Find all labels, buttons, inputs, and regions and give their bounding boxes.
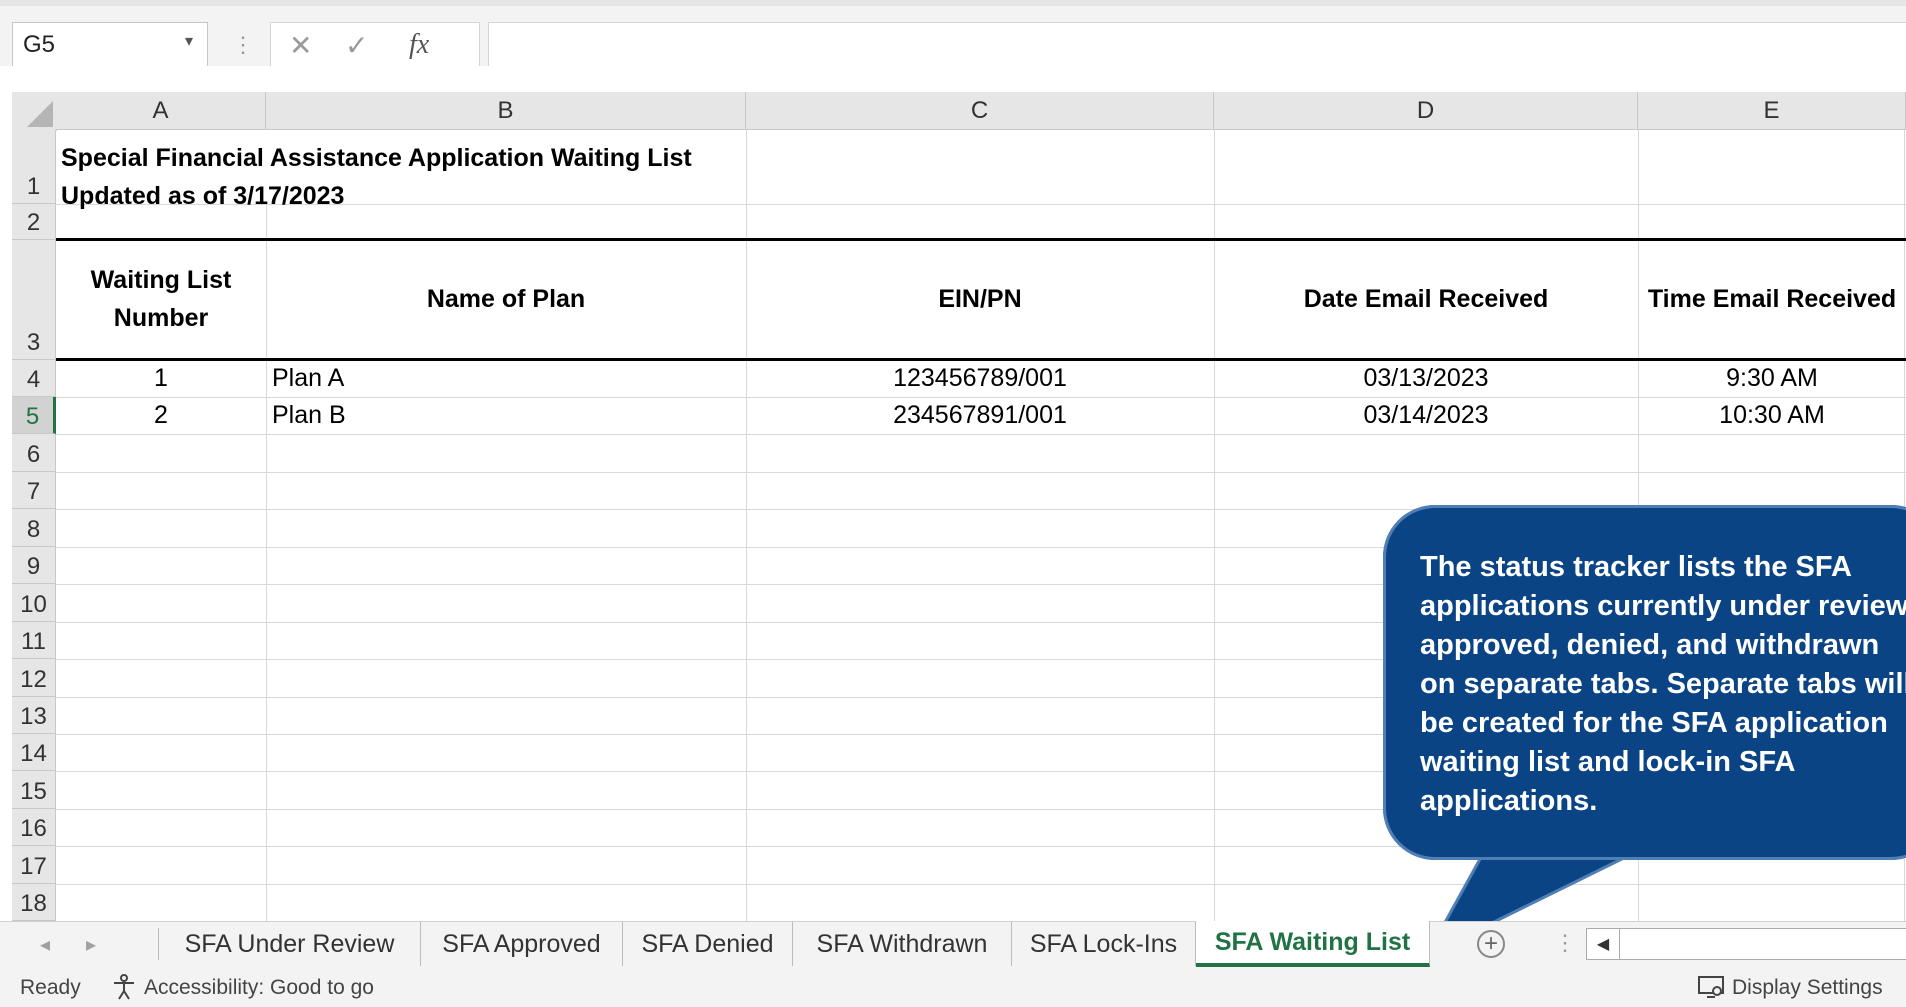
formula-input[interactable] — [488, 22, 1906, 68]
checkmark-icon[interactable]: ✓ — [345, 29, 368, 62]
cell-plan-name[interactable]: Plan B — [272, 401, 346, 430]
cell-date[interactable]: 03/13/2023 — [1214, 364, 1638, 393]
column-header-b[interactable]: B — [266, 92, 746, 130]
row-header[interactable]: 11 — [12, 622, 56, 659]
row-header-active[interactable]: 5 — [12, 397, 56, 434]
row-header[interactable]: 17 — [12, 846, 56, 884]
row-header[interactable]: 13 — [12, 697, 56, 734]
row-header[interactable]: 4 — [12, 360, 56, 397]
tab-sfa-waiting-list[interactable]: SFA Waiting List — [1196, 921, 1430, 967]
chevron-down-icon[interactable]: ▾ — [185, 31, 193, 51]
cell-plan-name[interactable]: Plan A — [272, 364, 344, 393]
formula-bar: G5 ▾ ⋮ ✕ ✓ fx — [0, 6, 1906, 68]
horizontal-scrollbar[interactable]: ◀ — [1586, 928, 1906, 960]
status-bar: Ready Accessibility: Good to go Display … — [0, 967, 1906, 1007]
tab-sfa-denied[interactable]: SFA Denied — [623, 922, 793, 966]
row-header[interactable]: 14 — [12, 734, 56, 771]
callout-text: The status tracker lists the SFA applica… — [1420, 551, 1906, 817]
tab-sfa-under-review[interactable]: SFA Under Review — [159, 922, 421, 966]
name-box-value: G5 — [23, 31, 56, 58]
row-header[interactable]: 7 — [12, 472, 56, 509]
more-options-icon[interactable]: ⋮ — [232, 32, 254, 58]
status-display-settings[interactable]: Display Settings — [1732, 976, 1883, 1000]
thick-border — [56, 358, 1906, 361]
header-name-of-plan: Name of Plan — [426, 284, 586, 313]
display-settings-icon[interactable] — [1697, 973, 1727, 1007]
scroll-tabs-left-icon[interactable]: ◂ — [40, 932, 50, 957]
fx-icon[interactable]: fx — [409, 29, 429, 61]
sheet-title: Special Financial Assistance Application… — [61, 144, 692, 172]
name-box[interactable]: G5 ▾ — [12, 22, 208, 68]
select-all-button[interactable] — [12, 92, 57, 131]
status-accessibility[interactable]: Accessibility: Good to go — [144, 976, 374, 1000]
accessibility-icon[interactable] — [110, 973, 140, 1007]
cell-waiting-number[interactable]: 1 — [56, 364, 266, 393]
tab-sfa-lock-ins[interactable]: SFA Lock-Ins — [1012, 922, 1196, 966]
close-icon[interactable]: ✕ — [289, 29, 312, 62]
header-waiting-list-number-line1: Waiting List — [90, 266, 232, 294]
more-options-icon[interactable]: ⋮ — [1554, 930, 1576, 956]
header-date-email-received: Date Email Received — [1303, 284, 1549, 313]
column-header-c[interactable]: C — [746, 92, 1214, 130]
row-header[interactable]: 12 — [12, 659, 56, 697]
scroll-left-icon[interactable]: ◀ — [1587, 929, 1620, 959]
row-header[interactable]: 16 — [12, 809, 56, 846]
sheet-tab-bar: ◂ ▸ SFA Under Review SFA Approved SFA De… — [0, 921, 1906, 967]
gridline — [56, 884, 1906, 885]
row-header[interactable]: 8 — [12, 509, 56, 547]
row-header[interactable]: 3 — [12, 240, 56, 360]
tab-sfa-approved[interactable]: SFA Approved — [421, 922, 623, 966]
header-waiting-list-number-line2: Number — [113, 303, 209, 332]
cell-waiting-number[interactable]: 2 — [56, 401, 266, 430]
cell-time[interactable]: 9:30 AM — [1638, 364, 1906, 393]
column-header-d[interactable]: D — [1214, 92, 1638, 130]
row-header[interactable]: 1 — [12, 130, 56, 204]
gridline — [56, 434, 1906, 435]
row-header[interactable]: 15 — [12, 771, 56, 809]
row-header[interactable]: 10 — [12, 584, 56, 622]
row-header[interactable]: 6 — [12, 434, 56, 472]
gridline — [56, 397, 1906, 398]
header-time-email-received: Time Email Received — [1647, 284, 1897, 313]
header-waiting-list-number: Waiting List Number — [56, 241, 266, 358]
plus-circle-icon[interactable]: + — [1477, 930, 1505, 958]
header-ein-pn: EIN/PN — [938, 284, 1022, 313]
status-ready: Ready — [20, 976, 81, 999]
row-header[interactable]: 18 — [12, 884, 56, 921]
gridline — [56, 472, 1906, 473]
cell-date[interactable]: 03/14/2023 — [1214, 401, 1638, 430]
formula-actions: ✕ ✓ fx — [270, 22, 480, 68]
column-header-a[interactable]: A — [56, 92, 266, 130]
row-header[interactable]: 2 — [12, 204, 56, 240]
tab-sfa-withdrawn[interactable]: SFA Withdrawn — [793, 922, 1012, 966]
scroll-tabs-right-icon[interactable]: ▸ — [86, 932, 96, 957]
cell-ein-pn[interactable]: 123456789/001 — [746, 364, 1214, 393]
cell-ein-pn[interactable]: 234567891/001 — [746, 401, 1214, 430]
cell-time[interactable]: 10:30 AM — [1638, 401, 1906, 430]
row-header[interactable]: 9 — [12, 547, 56, 584]
column-header-e[interactable]: E — [1638, 92, 1906, 130]
sheet-updated-date: Updated as of 3/17/2023 — [61, 182, 345, 210]
